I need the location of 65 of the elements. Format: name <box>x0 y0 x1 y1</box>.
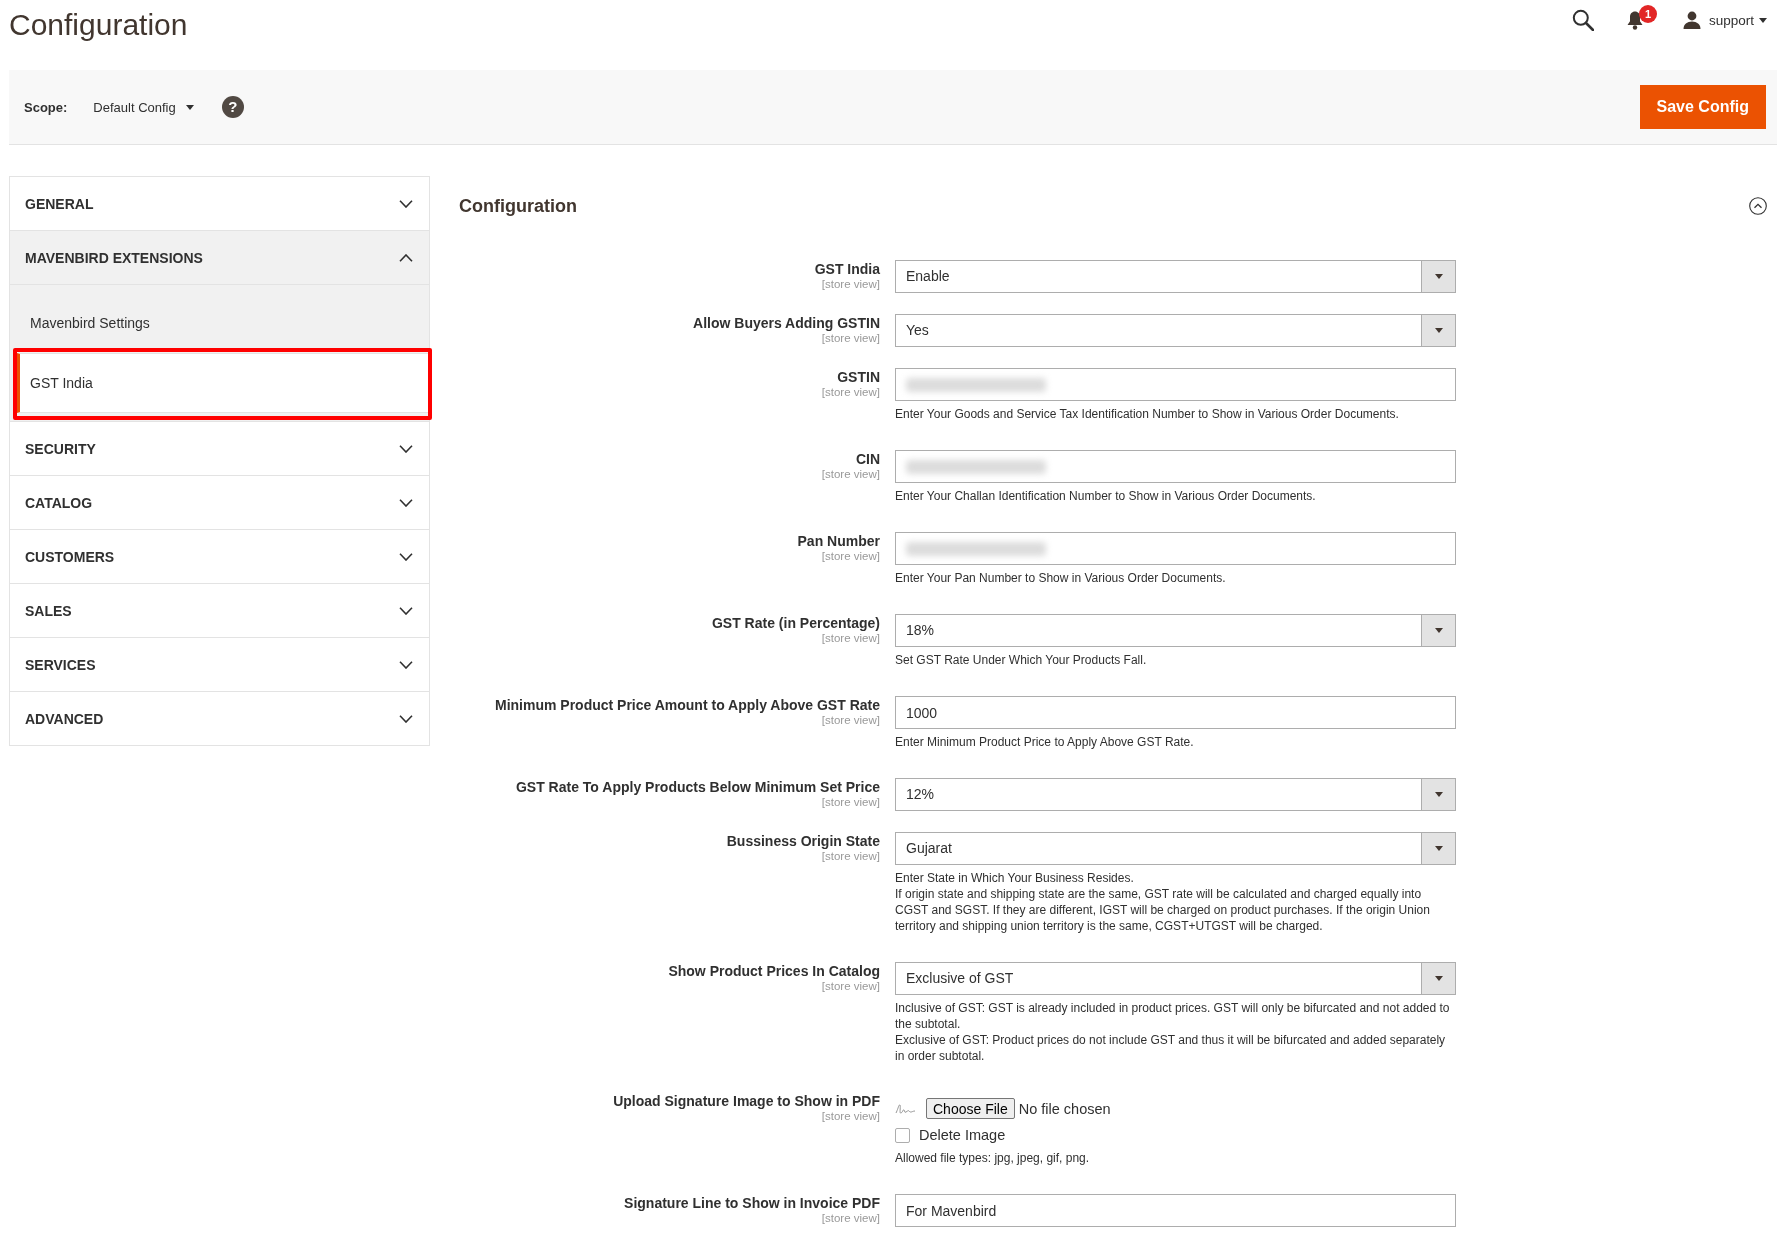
field-note: If origin state and shipping state are the same, GST rate will be calculated and charged equally into CGST and SGST. If they are different, IGST will be charged on product purchases. If the origin Union territory and shipping union territory is the same, CGST+UTGST will be charged. <box>895 886 1431 934</box>
select-field[interactable]: Enable <box>895 260 1456 293</box>
field-label: Show Product Prices In Catalog <box>668 962 880 980</box>
field-label: GST Rate (in Percentage) <box>711 614 880 632</box>
bell-icon[interactable] <box>1625 10 1644 30</box>
delete-image-checkbox[interactable] <box>895 1127 910 1143</box>
caret-icon <box>1759 17 1767 23</box>
search-icon[interactable] <box>1571 9 1594 31</box>
field-note: Enter Minimum Product Price to Apply Above GST Rate. <box>895 734 1195 750</box>
sidebar-group-header[interactable]: MAVENBIRD EXTENSIONS <box>10 231 429 284</box>
select-field[interactable]: Gujarat <box>895 832 1456 865</box>
field-note: Enter Your Goods and Service Tax Identification Number to Show in Various Order Documents. <box>895 406 1400 422</box>
select-field[interactable]: 18% <box>895 614 1456 647</box>
field-note: Set GST Rate Under Which Your Products Fall. <box>895 652 1148 668</box>
scope-hint: [store view] <box>821 550 880 563</box>
field-label: GSTIN <box>837 368 880 386</box>
field-label: Allow Buyers Adding GSTIN <box>693 314 880 332</box>
scope-label: Scope: <box>24 99 68 115</box>
field-note: Enter State in Which Your Business Resides. <box>895 870 1135 886</box>
scope-dropdown[interactable]: Default Config <box>93 99 194 115</box>
user-icon <box>1682 11 1701 29</box>
field-note: Allowed file types: jpg, jpeg, gif, png. <box>895 1150 1091 1166</box>
field-note: Enter Your Challan Identification Number to Show in Various Order Documents. <box>895 488 1317 504</box>
scope-hint: [store view] <box>821 980 880 993</box>
select-field[interactable]: Exclusive of GST <box>895 962 1456 995</box>
scope-hint: [store view] <box>821 1110 880 1123</box>
scope-hint: [store view] <box>821 332 880 345</box>
field-note: Enter Your Pan Number to Show in Various Order Documents. <box>895 570 1227 586</box>
scope-hint: [store view] <box>821 278 880 291</box>
checkbox-label: Delete Image <box>919 1127 1006 1143</box>
input-field[interactable] <box>895 368 1456 401</box>
scope-hint: [store view] <box>821 632 880 645</box>
input-field[interactable] <box>895 532 1456 565</box>
scope-hint: [store view] <box>821 850 880 863</box>
file-status: No file chosen <box>1018 1100 1111 1117</box>
field-label: GST Rate To Apply Products Below Minimum Set Price <box>515 778 880 796</box>
help-icon[interactable]: ? <box>221 96 244 118</box>
input-field[interactable]: 1000 <box>895 696 1456 729</box>
select-field[interactable]: 12% <box>895 778 1456 811</box>
field-label: GST India <box>814 260 880 278</box>
scope-hint: [store view] <box>821 1212 880 1225</box>
page-title: Configuration <box>9 7 188 43</box>
field-label: Pan Number <box>797 532 880 550</box>
section-title: Configuration <box>459 195 577 217</box>
choose-file-button[interactable]: Choose File <box>926 1098 1015 1119</box>
user-menu-button[interactable]: support <box>1682 11 1767 29</box>
save-config-button[interactable]: Save Config <box>1639 85 1766 129</box>
field-label: Bussiness Origin State <box>726 832 880 850</box>
scope-hint: [store view] <box>821 714 880 727</box>
field-label: Signature Line to Show in Invoice PDF <box>624 1194 880 1212</box>
input-field[interactable] <box>895 450 1456 483</box>
select-field[interactable]: Yes <box>895 314 1456 347</box>
caret-icon <box>185 104 194 110</box>
scope-hint: [store view] <box>821 796 880 809</box>
chevron-up-circle-icon[interactable] <box>1749 197 1767 215</box>
field-note: Inclusive of GST: GST is already included in product prices. GST will only be bifurcated and not added to the subtotal. <box>895 1000 1451 1032</box>
field-label: Upload Signature Image to Show in PDF <box>613 1092 880 1110</box>
notification-count: 1 <box>1638 5 1657 23</box>
sidebar-item[interactable]: Mavenbird Settings <box>17 301 429 345</box>
field-label: Minimum Product Price Amount to Apply Above GST Rate <box>494 696 880 714</box>
scope-hint: [store view] <box>821 468 880 481</box>
input-field[interactable]: For Mavenbird <box>895 1194 1456 1227</box>
field-label: CIN <box>855 450 880 468</box>
scope-hint: [store view] <box>821 386 880 399</box>
field-note: Exclusive of GST: Product prices do not include GST and thus it will be bifurcated and added separately in order subtotal. <box>895 1032 1447 1064</box>
